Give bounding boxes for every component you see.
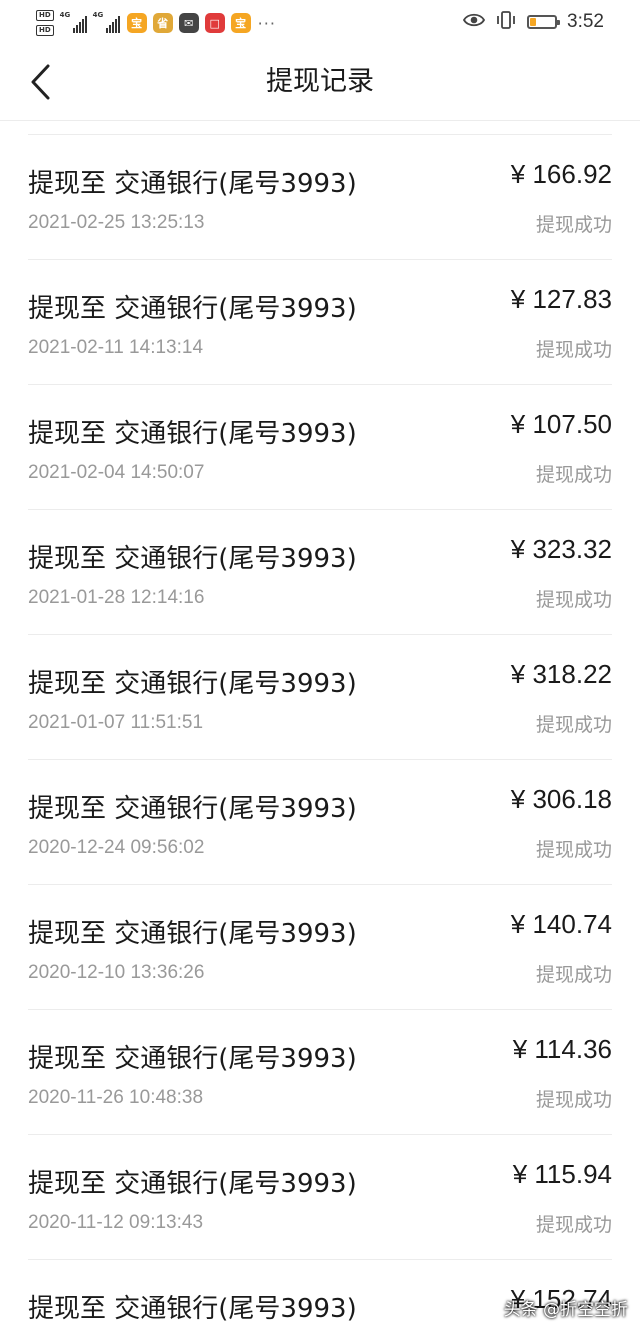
vibrate-icon: [495, 10, 517, 34]
record-time: 2020-12-10 13:36:26: [28, 962, 205, 983]
record-status: 提现成功: [535, 1214, 612, 1236]
record-description: 提现至 交通银行(尾号3993): [28, 294, 357, 324]
taobao-icon: 宝: [126, 13, 147, 33]
record-time: 2021-02-11 14:13:14: [28, 337, 204, 358]
battery-icon: [527, 15, 561, 29]
record-description: 提现至 交通银行(尾号3993): [28, 1044, 357, 1074]
record-row[interactable]: 提现至 交通银行(尾号3993) ¥ 318.22 2021-01-07 11:51…: [28, 635, 612, 760]
record-status: 提现成功: [535, 339, 612, 361]
record-description: 提现至 交通银行(尾号3993): [28, 544, 357, 574]
withdrawal-record-list[interactable]: 提现至 交通银行(尾号3993) ¥ 166.92 2021-02-25 13:25…: [0, 121, 640, 1330]
record-amount: ¥ 166.92: [510, 159, 612, 189]
record-description: 提现至 交通银行(尾号3993): [28, 919, 357, 949]
watermark: 头条 @折空空折: [503, 1300, 628, 1320]
sim2-network-label: 4G: [92, 11, 104, 19]
record-row[interactable]: 提现至 交通银行(尾号3993) ¥ 127.83 2021-02-11 14:13…: [28, 260, 612, 385]
record-time: 2020-11-26 10:48:38: [28, 1087, 204, 1108]
record-row[interactable]: 提现至 交通银行(尾号3993) ¥ 306.18 2020-12-24 09:56…: [28, 760, 612, 885]
list-top-divider: [28, 121, 612, 135]
more-notifications-icon: ···: [257, 13, 276, 33]
record-row[interactable]: 提现至 交通银行(尾号3993) ¥ 115.94 2020-11-12 09:13…: [28, 1135, 612, 1260]
record-description: 提现至 交通银行(尾号3993): [28, 1169, 357, 1199]
record-time: 2020-11-12 09:13:43: [28, 1212, 204, 1233]
navigation-bar: 提现记录: [0, 44, 640, 121]
huawei-mail-icon: ✉: [178, 13, 199, 33]
meituan-icon: 省: [152, 13, 173, 33]
record-row[interactable]: 提现至 交通银行(尾号3993) ¥ 323.32 2021-01-28 12:14…: [28, 510, 612, 635]
notification-app-icons: 宝省 ✉ □ 宝: [126, 13, 251, 33]
record-description: 提现至 交通银行(尾号3993): [28, 1294, 357, 1324]
record-status: 提现成功: [535, 1089, 612, 1111]
record-amount: ¥ 127.83: [510, 284, 612, 314]
record-row[interactable]: 提现至 交通银行(尾号3993) ¥ 107.50 2021-02-04 14:50…: [28, 385, 612, 510]
record-description: 提现至 交通银行(尾号3993): [28, 169, 357, 199]
eye-icon: [462, 12, 486, 32]
hd-indicators: HD HD: [36, 10, 54, 36]
hd2-badge: HD: [36, 25, 54, 36]
record-amount: ¥ 306.18: [510, 784, 612, 814]
status-bar-left: HD HD 4G 4G 宝省 ✉ □ 宝 ···: [36, 6, 276, 40]
signal-sim1-icon: 4G: [59, 11, 87, 33]
red-app-icon: □: [204, 13, 225, 33]
taobao-icon-2: 宝: [230, 13, 251, 33]
record-status: 提现成功: [535, 714, 612, 736]
record-time: 2020-12-24 09:56:02: [28, 837, 205, 858]
record-status: 提现成功: [535, 589, 612, 611]
record-description: 提现至 交通银行(尾号3993): [28, 669, 357, 699]
record-time: 2021-02-04 14:50:07: [28, 462, 205, 483]
sim1-network-label: 4G: [59, 11, 71, 19]
status-bar: HD HD 4G 4G 宝省 ✉ □ 宝 ··· 3:52: [0, 0, 640, 44]
record-amount: ¥ 323.32: [510, 534, 612, 564]
record-status: 提现成功: [535, 214, 612, 236]
record-status: 提现成功: [535, 464, 612, 486]
record-time: 2021-01-07 11:51:51: [28, 712, 204, 733]
record-amount: ¥ 115.94: [512, 1159, 612, 1189]
page-title: 提现记录: [266, 66, 374, 97]
record-row[interactable]: 提现至 交通银行(尾号3993) ¥ 166.92 2021-02-25 13:25…: [28, 135, 612, 260]
battery-level-fill: [530, 18, 537, 26]
record-description: 提现至 交通银行(尾号3993): [28, 794, 357, 824]
record-amount: ¥ 140.74: [510, 909, 612, 939]
record-amount: ¥ 318.22: [510, 659, 612, 689]
record-amount: ¥ 107.50: [510, 409, 612, 439]
record-time: 2021-01-28 12:14:16: [28, 587, 205, 608]
hd1-badge: HD: [36, 10, 54, 21]
record-row[interactable]: 提现至 交通银行(尾号3993) ¥ 140.74 2020-12-10 13:36…: [28, 885, 612, 1010]
record-amount: ¥ 114.36: [512, 1034, 612, 1064]
record-status: 提现成功: [535, 964, 612, 986]
status-time: 3:52: [567, 11, 604, 32]
signal-sim2-icon: 4G: [92, 11, 120, 33]
record-row[interactable]: 提现至 交通银行(尾号3993) ¥ 114.36 2020-11-26 10:48…: [28, 1010, 612, 1135]
status-bar-right: 3:52: [462, 8, 604, 36]
record-status: 提现成功: [535, 839, 612, 861]
record-time: 2021-02-25 13:25:13: [28, 212, 205, 233]
record-description: 提现至 交通银行(尾号3993): [28, 419, 357, 449]
